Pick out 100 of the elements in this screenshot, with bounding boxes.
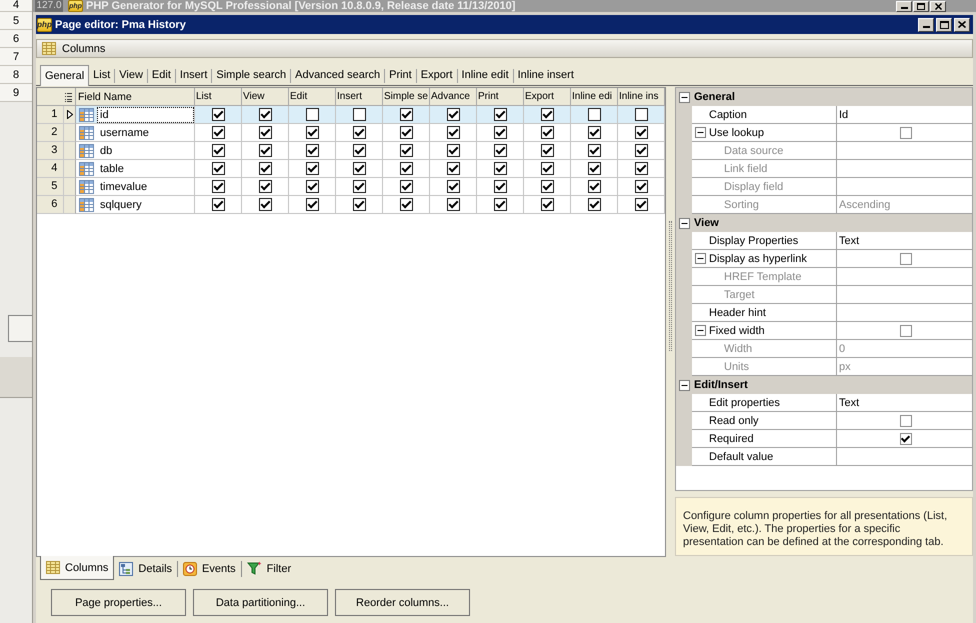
checkbox[interactable] xyxy=(588,108,600,121)
tab[interactable]: Columns xyxy=(40,556,114,580)
collapse-icon[interactable] xyxy=(695,325,706,336)
checkbox[interactable] xyxy=(446,108,460,121)
checkbox[interactable] xyxy=(494,198,506,211)
checkbox[interactable] xyxy=(352,108,366,121)
tab[interactable]: List xyxy=(89,66,114,84)
column-header[interactable]: Edit xyxy=(289,88,336,106)
checkbox[interactable] xyxy=(212,144,224,157)
column-header[interactable]: Advance xyxy=(430,88,477,106)
checkbox[interactable] xyxy=(588,162,600,175)
checkbox[interactable] xyxy=(634,162,648,175)
checkbox[interactable] xyxy=(634,108,648,121)
tab[interactable]: Export xyxy=(416,66,457,84)
collapse-icon[interactable] xyxy=(679,92,690,102)
column-header[interactable]: Print xyxy=(477,88,524,106)
checkbox[interactable] xyxy=(634,198,648,211)
collapse-icon[interactable] xyxy=(695,127,706,138)
checkbox[interactable] xyxy=(494,144,506,157)
checkbox[interactable] xyxy=(540,162,554,175)
column-header[interactable]: Inline ins xyxy=(618,88,665,106)
checkbox[interactable] xyxy=(400,108,412,121)
checkbox[interactable] xyxy=(352,198,366,211)
close-button[interactable] xyxy=(954,18,970,32)
column-header[interactable]: List xyxy=(195,88,242,106)
checkbox[interactable] xyxy=(352,162,366,175)
table-row[interactable]: 3 db xyxy=(37,142,665,160)
checkbox[interactable] xyxy=(212,108,224,121)
checkbox[interactable] xyxy=(400,126,412,139)
action-button[interactable]: Reorder columns... xyxy=(335,589,470,616)
checkbox[interactable] xyxy=(306,108,318,121)
checkbox[interactable] xyxy=(494,162,506,175)
checkbox[interactable] xyxy=(494,108,506,121)
checkbox[interactable] xyxy=(540,126,554,139)
tab[interactable]: Details xyxy=(114,557,178,580)
checkbox[interactable] xyxy=(494,180,506,193)
tab[interactable]: General xyxy=(40,65,90,86)
tab[interactable]: Inline edit xyxy=(458,66,513,84)
table-row[interactable]: 6 sqlquery xyxy=(37,196,665,214)
property-row[interactable]: Caption Id xyxy=(692,106,972,124)
checkbox[interactable] xyxy=(258,126,272,139)
tab[interactable]: Inline insert xyxy=(514,66,578,84)
collapse-icon[interactable] xyxy=(679,380,690,390)
checkbox[interactable] xyxy=(588,126,600,139)
checkbox[interactable] xyxy=(588,144,600,157)
checkbox[interactable] xyxy=(446,126,460,139)
checkbox[interactable] xyxy=(540,108,554,121)
checkbox[interactable] xyxy=(400,162,412,175)
table-row[interactable]: 5 timevalue xyxy=(37,178,665,196)
checkbox[interactable] xyxy=(212,198,224,211)
splitter-grip[interactable] xyxy=(669,221,672,351)
checkbox[interactable] xyxy=(258,108,272,121)
column-header[interactable]: View xyxy=(242,88,289,106)
tab[interactable]: Print xyxy=(385,66,416,84)
checkbox[interactable] xyxy=(900,126,912,138)
property-row[interactable]: Default value xyxy=(692,448,972,466)
checkbox[interactable] xyxy=(352,180,366,193)
collapse-icon[interactable] xyxy=(679,218,690,228)
property-row[interactable]: Header hint xyxy=(692,304,972,322)
tab[interactable]: Events xyxy=(178,557,241,580)
checkbox[interactable] xyxy=(540,144,554,157)
column-header[interactable]: Inline edi xyxy=(571,88,618,106)
property-row[interactable]: Required xyxy=(692,430,972,448)
column-header[interactable]: Export xyxy=(524,88,571,106)
checkbox[interactable] xyxy=(306,126,318,139)
checkbox[interactable] xyxy=(400,144,412,157)
checkbox[interactable] xyxy=(588,198,600,211)
checkbox[interactable] xyxy=(634,180,648,193)
action-button[interactable]: Page properties... xyxy=(51,589,186,616)
checkbox[interactable] xyxy=(446,198,460,211)
checkbox[interactable] xyxy=(306,180,318,193)
checkbox[interactable] xyxy=(306,144,318,157)
tab[interactable]: Filter xyxy=(242,557,296,580)
checkbox[interactable] xyxy=(446,144,460,157)
minimize-button[interactable] xyxy=(918,18,934,32)
tab[interactable]: Simple search xyxy=(212,66,290,84)
checkbox[interactable] xyxy=(900,432,912,444)
tab[interactable]: View xyxy=(115,66,147,84)
tab[interactable]: Edit xyxy=(148,66,175,84)
checkbox[interactable] xyxy=(306,198,318,211)
checkbox[interactable] xyxy=(588,180,600,193)
table-row[interactable]: 4 table xyxy=(37,160,665,178)
checkbox[interactable] xyxy=(400,198,412,211)
property-row[interactable]: Use lookup xyxy=(692,124,972,142)
property-row[interactable]: Display as hyperlink xyxy=(692,250,972,268)
checkbox[interactable] xyxy=(306,162,318,175)
checkbox[interactable] xyxy=(540,198,554,211)
tab[interactable]: Insert xyxy=(176,66,212,84)
maximize-button[interactable] xyxy=(913,0,929,12)
checkbox[interactable] xyxy=(258,162,272,175)
action-button[interactable]: Data partitioning... xyxy=(193,589,328,616)
property-row[interactable]: Read only xyxy=(692,412,972,430)
checkbox[interactable] xyxy=(540,180,554,193)
close-button[interactable] xyxy=(930,0,946,12)
table-row[interactable]: 2 username xyxy=(37,124,665,142)
checkbox[interactable] xyxy=(212,126,224,139)
collapse-icon[interactable] xyxy=(695,253,706,264)
checkbox[interactable] xyxy=(634,144,648,157)
minimize-button[interactable] xyxy=(896,0,912,12)
checkbox[interactable] xyxy=(400,180,412,193)
